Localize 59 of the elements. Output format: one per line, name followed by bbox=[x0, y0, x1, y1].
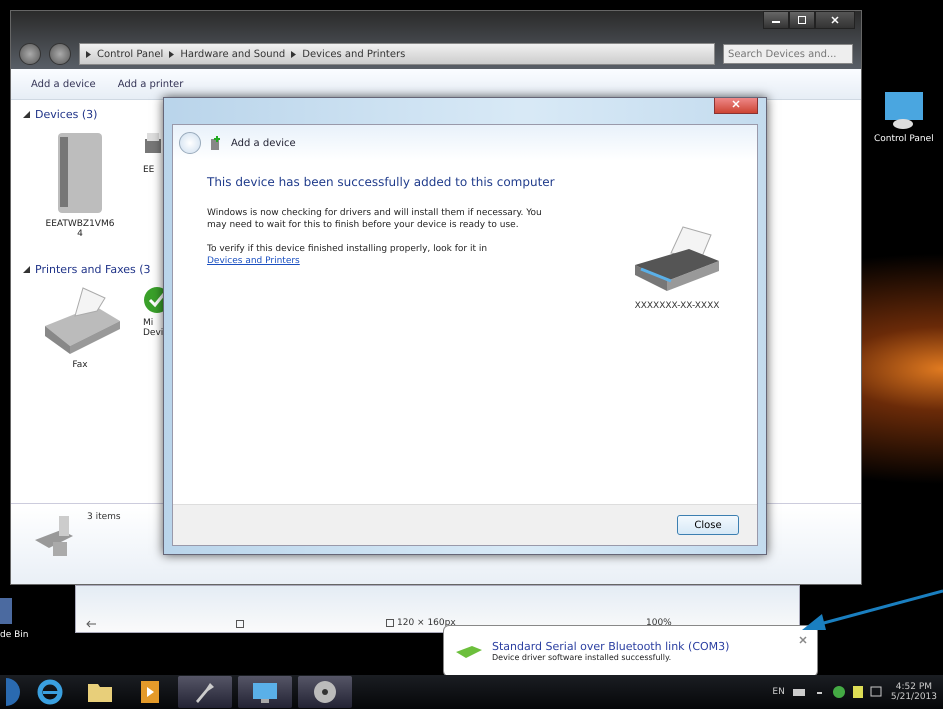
browser-icon bbox=[37, 679, 63, 705]
monitor-icon bbox=[251, 680, 279, 704]
recycle-bin-icon bbox=[0, 596, 14, 626]
back-arrow-icon[interactable] bbox=[86, 620, 96, 628]
selection-icon bbox=[386, 619, 394, 627]
image-size-text: 120 × 160px bbox=[397, 618, 456, 628]
taskbar-button[interactable] bbox=[298, 676, 352, 708]
close-icon bbox=[831, 16, 839, 24]
zoom-level-text: 100% bbox=[646, 618, 672, 628]
clock-time[interactable]: 4:52 PM bbox=[896, 682, 932, 692]
close-icon bbox=[732, 100, 740, 108]
minimize-button[interactable] bbox=[763, 11, 789, 29]
devices-and-printers-link[interactable]: Devices and Printers bbox=[207, 256, 300, 266]
toolbar-button[interactable]: Add a device bbox=[29, 76, 98, 92]
desktop-icon-label[interactable]: de Bin bbox=[0, 630, 28, 640]
breadcrumb-item[interactable]: Devices and Printers bbox=[302, 48, 406, 60]
back-button[interactable] bbox=[19, 43, 41, 65]
dialog-heading: This device has been successfully added to this computer bbox=[207, 175, 556, 189]
close-button[interactable] bbox=[714, 98, 758, 114]
close-icon bbox=[799, 636, 807, 644]
dialog-paragraph: Windows is now checking for drivers and will install them if necessary. You may need to wait for this to finish before your device is ready to use. bbox=[207, 207, 543, 231]
device-label[interactable]: Fax bbox=[45, 360, 115, 370]
item-count: 3 items bbox=[87, 512, 121, 522]
device-add-icon bbox=[209, 135, 223, 151]
search-field[interactable]: Search Devices and... bbox=[723, 44, 853, 64]
notification-title[interactable]: Standard Serial over Bluetooth link (COM3) bbox=[492, 640, 791, 653]
dialog-paragraph: To verify if this device finished installing properly, look for it in Devices and Printers bbox=[207, 243, 488, 267]
breadcrumb-item[interactable]: Control Panel bbox=[97, 48, 164, 60]
notification-message: Device driver software installed successfully. bbox=[492, 653, 672, 662]
device-label[interactable]: Mi Devi bbox=[143, 318, 165, 338]
breadcrumb-item[interactable]: Hardware and Sound bbox=[180, 48, 286, 60]
language-indicator[interactable]: EN bbox=[772, 687, 785, 697]
chevron-icon bbox=[169, 50, 174, 58]
close-button[interactable] bbox=[815, 11, 855, 29]
device-label[interactable]: EEATWBZ1VM64 bbox=[45, 219, 115, 239]
dialog-title: Add a device bbox=[231, 138, 296, 148]
address-bar[interactable]: Control Panel Hardware and Sound Devices and Printers bbox=[79, 43, 715, 65]
desktop-icon-label[interactable]: Control Panel bbox=[874, 134, 934, 144]
maximize-button[interactable] bbox=[789, 11, 815, 29]
start-button[interactable] bbox=[6, 677, 22, 707]
device-label[interactable]: EE bbox=[143, 165, 165, 175]
device-name: XXXXXXX-XX-XXXX bbox=[634, 301, 720, 311]
taskbar-button[interactable] bbox=[178, 676, 232, 708]
close-dialog-button[interactable]: Close bbox=[677, 515, 739, 535]
toolbar-button[interactable]: Add a printer bbox=[116, 76, 186, 92]
media-player-icon bbox=[140, 680, 160, 704]
expand-arrow-icon[interactable] bbox=[23, 111, 30, 118]
chevron-icon bbox=[86, 50, 91, 58]
group-header[interactable]: Printers and Faxes (3 bbox=[35, 263, 151, 276]
disc-icon bbox=[312, 679, 338, 705]
expand-arrow-icon[interactable] bbox=[23, 266, 30, 273]
forward-button[interactable] bbox=[49, 43, 71, 65]
taskbar-button[interactable] bbox=[238, 676, 292, 708]
chevron-icon bbox=[291, 50, 296, 58]
clock-date[interactable]: 5/21/2013 bbox=[890, 692, 937, 702]
maximize-icon bbox=[798, 16, 806, 24]
group-header[interactable]: Devices (3) bbox=[35, 108, 98, 121]
selection-icon bbox=[236, 620, 244, 628]
tray-icons[interactable] bbox=[792, 684, 883, 700]
